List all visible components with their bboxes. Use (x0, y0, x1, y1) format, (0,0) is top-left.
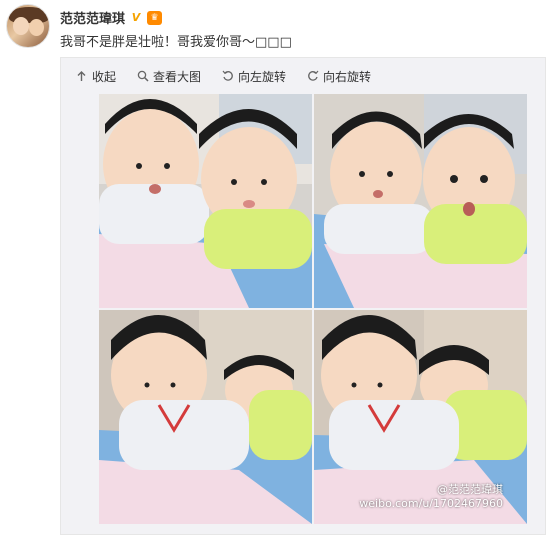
magnifier-icon (136, 70, 149, 83)
collapse-label: 收起 (92, 69, 117, 84)
rotate-right-icon (306, 70, 319, 83)
view-large-button[interactable]: 查看大图 (136, 68, 201, 85)
photo-3[interactable] (99, 310, 312, 524)
photo-2[interactable] (314, 94, 527, 308)
collapse-button[interactable]: 收起 (75, 68, 116, 85)
photo-1[interactable] (99, 94, 312, 308)
watermark-handle: @范范范瑋琪 (437, 483, 503, 496)
view-large-label: 查看大图 (153, 69, 202, 84)
post-text: 我哥不是胖是壮啦！哥我爱你哥～□□□ (60, 35, 292, 50)
username-row: 范范范瑋琪 V ♛ (60, 8, 163, 27)
arrow-up-icon (75, 70, 88, 83)
user-avatar[interactable] (6, 4, 50, 48)
crown-icon[interactable]: ♛ (147, 10, 163, 25)
rotate-right-label: 向右旋转 (323, 69, 372, 84)
rotate-right-button[interactable]: 向右旋转 (306, 68, 371, 85)
username-link[interactable]: 范范范瑋琪 (60, 8, 125, 27)
verified-icon[interactable]: V (129, 11, 143, 25)
avatar-face (29, 19, 44, 36)
watermark-url: weibo.com/u/1702467960 (359, 497, 503, 510)
rotate-left-button[interactable]: 向左旋转 (221, 68, 286, 85)
weibo-post: 范范范瑋琪 V ♛ 我哥不是胖是壮啦！哥我爱你哥～□□□ 收起 查看大图 向左旋… (0, 0, 550, 539)
watermark: @范范范瑋琪 weibo.com/u/1702467960 (359, 481, 503, 510)
expanded-media-box: 收起 查看大图 向左旋转 向右旋转 @范范范瑋琪 weibo.com/u/170… (60, 57, 546, 535)
media-toolbar: 收起 查看大图 向左旋转 向右旋转 (61, 58, 545, 94)
rotate-left-label: 向左旋转 (238, 69, 287, 84)
avatar-face (13, 17, 29, 35)
rotate-left-icon (221, 70, 234, 83)
photo-grid: @范范范瑋琪 weibo.com/u/1702467960 (99, 94, 527, 524)
